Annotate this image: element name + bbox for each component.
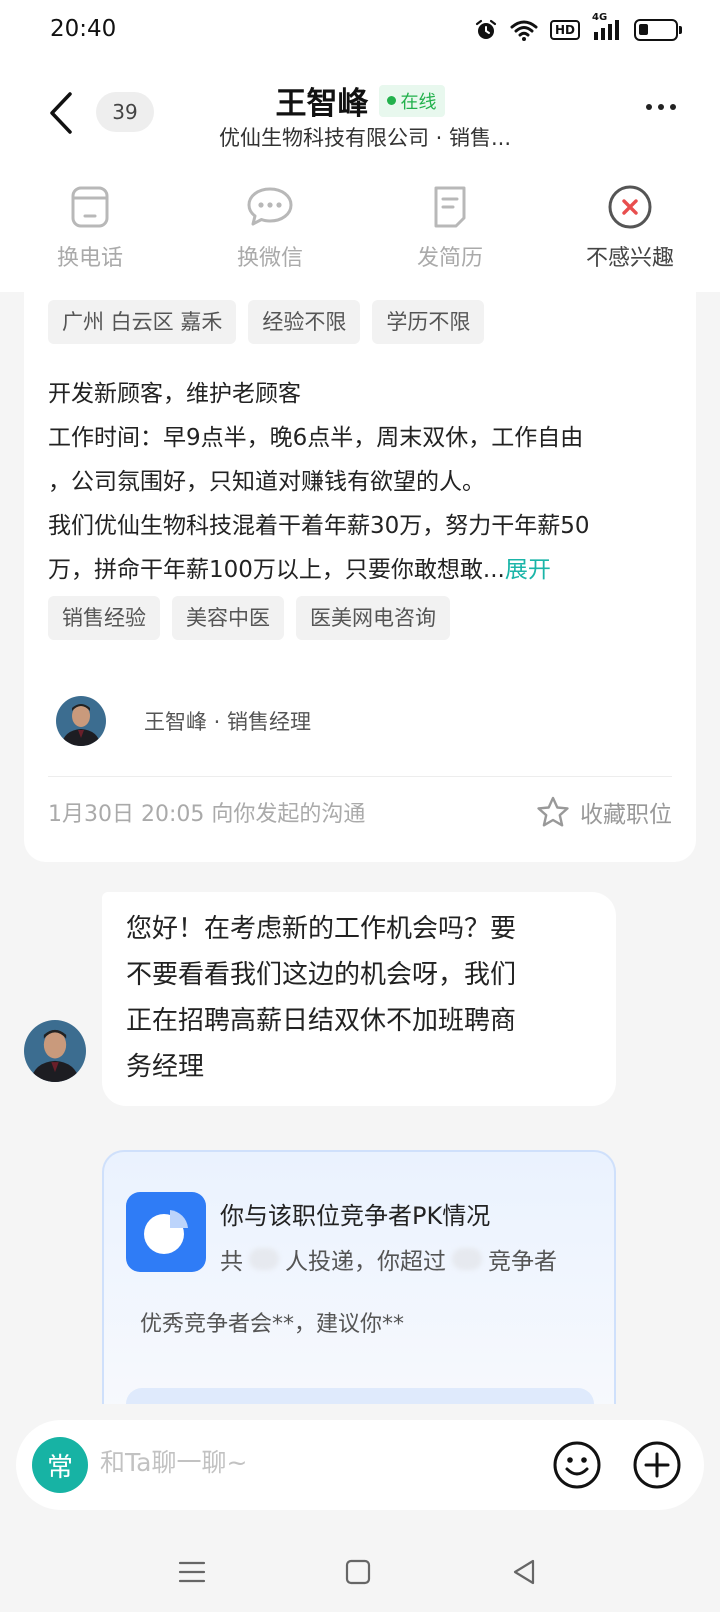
home-nav-button[interactable] (338, 1552, 378, 1592)
pk-title: 你与该职位竞争者PK情况 (220, 1202, 491, 1230)
recruiter-avatar (56, 696, 106, 746)
action-bar: 换电话 换微信 发简历 不感兴趣 (0, 164, 720, 292)
exchange-wechat-button[interactable]: 换微信 (180, 164, 360, 292)
resume-icon (425, 182, 475, 232)
card-divider (48, 776, 672, 777)
input-area: 常 (0, 1404, 720, 1532)
wifi-icon (510, 19, 538, 41)
competitor-pk-card[interactable]: 你与该职位竞争者PK情况 共 人投递，你超过 竞争者 优秀竞争者会**，建议你*… (102, 1150, 616, 1410)
recruiter-name: 王智峰 · 销售经理 (144, 710, 312, 734)
status-icons: HD 4G (474, 12, 682, 42)
conversation-timestamp: 1月30日 20:05 向你发起的沟通 (48, 802, 366, 827)
tag-location: 广州 白云区 嘉禾 (48, 300, 237, 344)
exchange-wechat-label: 换微信 (236, 246, 303, 271)
status-bar: 20:40 HD 4G (0, 0, 720, 64)
plus-icon (633, 1441, 681, 1489)
emoji-button[interactable] (552, 1440, 602, 1490)
signal-4g-icon: 4G (592, 12, 622, 42)
pk-note: 优秀竞争者会**，建议你** (140, 1312, 405, 1337)
phone-icon (65, 182, 115, 232)
message-bubble[interactable]: 您好！在考虑新的工作机会吗？要 不要看看我们这边的机会呀，我们 正在招聘高薪日结… (102, 892, 616, 1106)
tag-education: 学历不限 (372, 300, 485, 344)
not-interested-button[interactable]: 不感兴趣 (540, 164, 720, 292)
message-line: 不要看看我们这边的机会呀，我们 (126, 960, 517, 990)
tag-skill: 销售经验 (48, 596, 160, 640)
common-phrases-button[interactable]: 常 (32, 1437, 88, 1493)
job-card: 广州 白云区 嘉禾 经验不限 学历不限 开发新顾客，维护老顾客 工作时间：早9点… (24, 292, 696, 862)
star-icon (537, 796, 569, 827)
message-line: 您好！在考虑新的工作机会吗？要 (126, 914, 517, 944)
status-time: 20:40 (50, 16, 117, 42)
desc-line: 我们优仙生物科技混着干着年薪30万，努力干年薪50 (48, 513, 590, 539)
job-description: 开发新顾客，维护老顾客 工作时间：早9点半，晚6点半，周末双休，工作自由 ，公司… (48, 372, 678, 592)
recruiter-row[interactable]: 王智峰 · 销售经理 (56, 696, 311, 746)
pk-sub-prefix: 共 (220, 1249, 243, 1275)
system-nav-bar (0, 1532, 720, 1612)
send-resume-label: 发简历 (416, 246, 483, 271)
pie-chart-icon (126, 1192, 206, 1272)
desc-line: 工作时间：早9点半，晚6点半，周末双休，工作自由 (48, 425, 584, 451)
menu-icon (178, 1561, 206, 1583)
home-square-icon (345, 1559, 371, 1585)
exchange-phone-button[interactable]: 换电话 (0, 164, 180, 292)
card-footer: 1月30日 20:05 向你发起的沟通 收藏职位 (48, 792, 672, 832)
expand-link[interactable]: 展开 (505, 557, 551, 583)
menu-nav-button[interactable] (172, 1552, 212, 1592)
more-options-button[interactable] (646, 104, 676, 110)
close-circle-icon (605, 182, 655, 232)
contact-name: 王智峰 (275, 86, 369, 122)
emoji-icon (553, 1441, 601, 1489)
tag-skill: 美容中医 (172, 596, 284, 640)
pk-sub-mid: 人投递，你超过 (285, 1249, 446, 1275)
message-input[interactable] (100, 1448, 510, 1477)
back-nav-button[interactable] (504, 1552, 544, 1592)
not-interested-label: 不感兴趣 (585, 246, 674, 271)
send-resume-button[interactable]: 发简历 (360, 164, 540, 292)
company-subtitle[interactable]: 优仙生物科技有限公司 · 销售... (0, 122, 720, 152)
input-pill: 常 (16, 1420, 704, 1510)
hd-icon: HD (549, 20, 580, 40)
tag-skill: 医美网电咨询 (296, 596, 450, 640)
tag-experience: 经验不限 (248, 300, 361, 344)
pk-sub-suffix: 竞争者 (488, 1249, 557, 1275)
battery-icon (634, 19, 682, 41)
skill-tags: 销售经验 美容中医 医美网电咨询 (48, 596, 450, 640)
desc-line: ，公司氛围好，只知道对赚钱有欲望的人。 (48, 469, 485, 495)
network-label: 4G (592, 12, 608, 23)
exchange-phone-label: 换电话 (56, 246, 123, 271)
sender-avatar[interactable] (24, 1020, 86, 1082)
online-dot-icon (386, 96, 396, 105)
favorite-label: 收藏职位 (580, 802, 672, 828)
plus-button[interactable] (632, 1440, 682, 1490)
location-tags: 广州 白云区 嘉禾 经验不限 学历不限 (48, 300, 485, 344)
blurred-count (452, 1248, 482, 1270)
back-triangle-icon (513, 1559, 535, 1585)
pk-subtitle: 共 人投递，你超过 竞争者 (220, 1242, 557, 1276)
favorite-job-button[interactable]: 收藏职位 (536, 795, 672, 829)
alarm-icon (474, 18, 498, 42)
desc-line: 开发新顾客，维护老顾客 (48, 381, 301, 407)
message-line: 务经理 (126, 1052, 205, 1082)
message-line: 正在招聘高薪日结双休不加班聘商 (126, 1006, 517, 1036)
online-badge: 在线 (378, 84, 445, 117)
desc-line-last: 万，拼命干年薪100万以上，只要你敢想敢...展开 (48, 548, 678, 592)
online-label: 在线 (400, 91, 437, 113)
title-row: 王智峰 在线 (0, 78, 720, 123)
desc-line: 万，拼命干年薪100万以上，只要你敢想敢... (48, 557, 505, 583)
chat-bubble-icon (245, 182, 295, 232)
chat-header: 39 王智峰 在线 优仙生物科技有限公司 · 销售... (0, 64, 720, 164)
blurred-count (249, 1248, 279, 1270)
